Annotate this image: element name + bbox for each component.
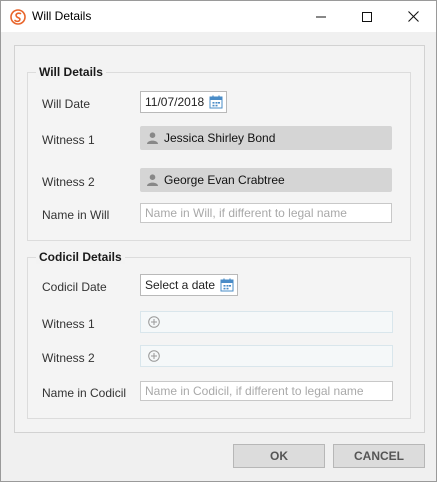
codicil-witness2-field[interactable]: [140, 345, 393, 367]
person-icon: [147, 132, 158, 144]
calendar-icon[interactable]: [209, 95, 223, 109]
will-date-picker[interactable]: 11/07/2018: [140, 91, 228, 113]
will-details-legend: Will Details: [36, 65, 106, 79]
person-icon: [147, 174, 158, 186]
codicil-date-label: Codicil Date: [42, 280, 107, 294]
will-date-value[interactable]: 11/07/2018: [141, 95, 204, 109]
witness2-name: George Evan Crabtree: [164, 173, 285, 187]
will-details-group: Will Details Will Date 11/07/2018 Witnes…: [27, 65, 411, 241]
add-circle-icon[interactable]: [148, 316, 160, 328]
maximize-button[interactable]: [344, 1, 390, 32]
ok-button[interactable]: OK: [233, 444, 325, 468]
cancel-button[interactable]: CANCEL: [333, 444, 425, 468]
codicil-witness2-label: Witness 2: [42, 351, 95, 365]
minimize-icon: [316, 16, 326, 17]
witness1-name: Jessica Shirley Bond: [164, 131, 276, 145]
app-logo-icon: [10, 9, 26, 25]
window-title: Will Details: [32, 9, 92, 23]
codicil-witness1-label: Witness 1: [42, 317, 95, 331]
maximize-icon: [362, 11, 372, 22]
name-in-will-input[interactable]: [140, 203, 392, 223]
witness2-field[interactable]: George Evan Crabtree: [140, 168, 392, 192]
name-in-codicil-input[interactable]: [140, 381, 393, 401]
name-in-will-label: Name in Will: [42, 208, 110, 222]
codicil-witness1-field[interactable]: [140, 311, 393, 333]
name-in-codicil-label: Name in Codicil: [42, 386, 127, 400]
details-panel: Will Details Will Date 11/07/2018 Witnes…: [14, 45, 425, 433]
add-circle-icon[interactable]: [148, 350, 160, 362]
witness1-field[interactable]: Jessica Shirley Bond: [140, 126, 392, 150]
codicil-date-picker[interactable]: Select a date: [140, 274, 239, 296]
will-date-label: Will Date: [42, 97, 91, 111]
witness1-label: Witness 1: [42, 133, 95, 147]
calendar-icon[interactable]: [220, 278, 234, 292]
codicil-details-legend: Codicil Details: [36, 250, 125, 264]
codicil-details-group: Codicil Details Codicil Date Select a da…: [27, 250, 411, 419]
will-details-dialog: Will Details Will Details Will Date 11/0…: [0, 0, 437, 482]
codicil-date-value[interactable]: Select a date: [141, 278, 215, 292]
close-button[interactable]: [390, 1, 436, 32]
witness2-label: Witness 2: [42, 175, 95, 189]
close-icon: [407, 11, 419, 22]
title-bar[interactable]: Will Details: [1, 1, 436, 32]
minimize-button[interactable]: [298, 1, 344, 32]
